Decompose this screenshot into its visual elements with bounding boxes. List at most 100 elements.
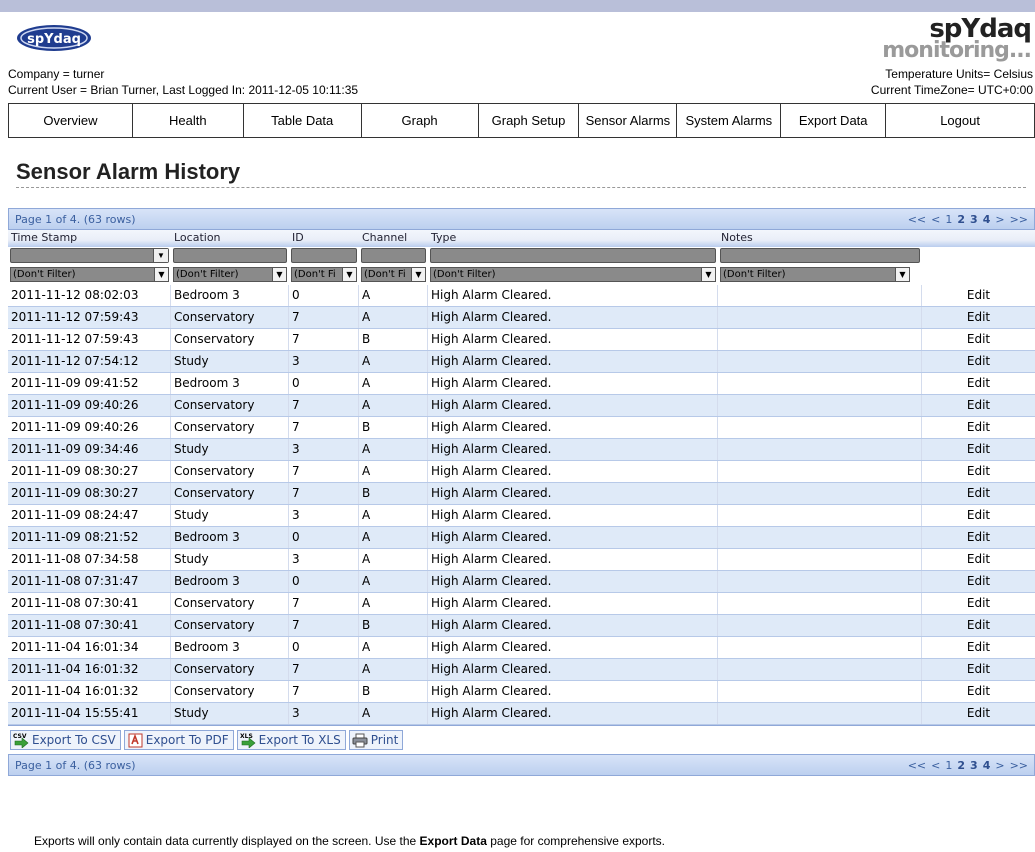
page-info: Page 1 of 4. (63 rows) <box>15 212 136 226</box>
nav-export-data[interactable]: Export Data <box>781 104 887 137</box>
pager-first[interactable]: << <box>908 759 926 772</box>
nav-health[interactable]: Health <box>133 104 244 137</box>
pager-page-3[interactable]: 3 <box>970 759 978 772</box>
svg-text:XLS: XLS <box>240 733 253 740</box>
xls-export-icon: XLS <box>240 732 257 748</box>
table-cell <box>718 285 922 306</box>
table-cell: 2011-11-09 08:30:27 <box>8 483 171 504</box>
edit-link[interactable]: Edit <box>922 703 1035 724</box>
text-filter-input[interactable] <box>291 248 357 263</box>
pager-page-1[interactable]: 1 <box>945 213 952 226</box>
edit-link[interactable]: Edit <box>922 681 1035 702</box>
edit-link[interactable]: Edit <box>922 593 1035 614</box>
nav-graph[interactable]: Graph <box>362 104 479 137</box>
print-button[interactable]: Print <box>348 730 404 750</box>
pager-last[interactable]: >> <box>1010 213 1028 226</box>
table-cell: High Alarm Cleared. <box>428 637 718 658</box>
pager-prev[interactable]: < <box>931 759 940 772</box>
edit-link[interactable]: Edit <box>922 549 1035 570</box>
chevron-down-icon[interactable]: ▼ <box>411 268 425 281</box>
pager-page-2[interactable]: 2 <box>957 759 965 772</box>
column-header[interactable]: Time Stamp <box>8 230 171 244</box>
table-cell <box>718 483 922 504</box>
pager-prev[interactable]: < <box>931 213 940 226</box>
export-to-xls-button[interactable]: XLS Export To XLS <box>236 730 346 750</box>
pager-page-4[interactable]: 4 <box>983 759 991 772</box>
chevron-down-icon[interactable]: ▼ <box>272 268 286 281</box>
edit-link[interactable]: Edit <box>922 351 1035 372</box>
table-cell: 2011-11-09 08:21:52 <box>8 527 171 548</box>
edit-link[interactable]: Edit <box>922 417 1035 438</box>
edit-link[interactable]: Edit <box>922 461 1035 482</box>
edit-link[interactable]: Edit <box>922 373 1035 394</box>
table-cell: 3 <box>289 439 359 460</box>
pager-first[interactable]: << <box>908 213 926 226</box>
edit-link[interactable]: Edit <box>922 527 1035 548</box>
column-header[interactable]: ID <box>289 230 359 244</box>
table-cell <box>718 593 922 614</box>
pager-page-2[interactable]: 2 <box>957 213 965 226</box>
date-filter-input[interactable]: ▼ <box>10 248 169 263</box>
export-to-csv-button[interactable]: CSV Export To CSV <box>10 730 121 750</box>
table-cell: Conservatory <box>171 395 289 416</box>
chevron-down-icon[interactable]: ▼ <box>342 268 356 281</box>
edit-link[interactable]: Edit <box>922 285 1035 306</box>
export-toolbar: CSV Export To CSV Export To PDF XLS Export T… <box>8 725 1035 754</box>
pager-page-3[interactable]: 3 <box>970 213 978 226</box>
nav-system-alarms[interactable]: System Alarms <box>677 104 782 137</box>
chevron-down-icon[interactable]: ▼ <box>153 249 168 262</box>
edit-link[interactable]: Edit <box>922 659 1035 680</box>
table-cell: Study <box>171 703 289 724</box>
pager-page-4[interactable]: 4 <box>983 213 991 226</box>
edit-link[interactable]: Edit <box>922 329 1035 350</box>
column-header[interactable]: Notes <box>718 230 922 244</box>
filter-select[interactable]: (Don't Filter) ▼ <box>720 267 910 282</box>
nav-sensor-alarms[interactable]: Sensor Alarms <box>579 104 678 137</box>
nav-graph-setup[interactable]: Graph Setup <box>479 104 580 137</box>
edit-link[interactable]: Edit <box>922 571 1035 592</box>
filter-select[interactable]: (Don't Fi ▼ <box>361 267 426 282</box>
filter-select[interactable]: (Don't Fi ▼ <box>291 267 357 282</box>
table-cell: 0 <box>289 637 359 658</box>
pager-next[interactable]: > <box>995 759 1004 772</box>
pager: << <1 2 3 4 > >> <box>903 213 1028 226</box>
table-cell: 2011-11-09 09:40:26 <box>8 417 171 438</box>
export-to-pdf-button[interactable]: Export To PDF <box>123 730 234 750</box>
pager-next[interactable]: > <box>995 213 1004 226</box>
edit-link[interactable]: Edit <box>922 637 1035 658</box>
table-cell <box>718 307 922 328</box>
edit-link[interactable]: Edit <box>922 615 1035 636</box>
chevron-down-icon[interactable]: ▼ <box>154 268 168 281</box>
nav-table-data[interactable]: Table Data <box>244 104 362 137</box>
column-header[interactable]: Channel <box>359 230 428 244</box>
filter-select[interactable]: (Don't Filter) ▼ <box>430 267 716 282</box>
chevron-down-icon[interactable]: ▼ <box>701 268 715 281</box>
table-body: 2011-11-12 08:02:03 Bedroom 3 0 A High Alarm… <box>8 285 1035 725</box>
edit-link[interactable]: Edit <box>922 483 1035 504</box>
text-filter-input[interactable] <box>361 248 426 263</box>
pager-last[interactable]: >> <box>1010 759 1028 772</box>
table-cell: 2011-11-08 07:30:41 <box>8 615 171 636</box>
text-filter-input[interactable] <box>173 248 287 263</box>
edit-link[interactable]: Edit <box>922 505 1035 526</box>
table-cell: 0 <box>289 571 359 592</box>
text-filter-input[interactable] <box>430 248 716 263</box>
edit-link[interactable]: Edit <box>922 439 1035 460</box>
edit-link[interactable]: Edit <box>922 395 1035 416</box>
table-cell: Conservatory <box>171 659 289 680</box>
table-cell: 2011-11-08 07:34:58 <box>8 549 171 570</box>
table-cell: 2011-11-12 07:54:12 <box>8 351 171 372</box>
column-header[interactable]: Location <box>171 230 289 244</box>
edit-link[interactable]: Edit <box>922 307 1035 328</box>
filter-select[interactable]: (Don't Filter) ▼ <box>173 267 287 282</box>
text-filter-input[interactable] <box>720 248 920 263</box>
pager-page-1[interactable]: 1 <box>945 759 952 772</box>
column-header[interactable]: Type <box>428 230 718 244</box>
table-cell: 0 <box>289 527 359 548</box>
nav-overview[interactable]: Overview <box>9 104 133 137</box>
filter-cell <box>428 247 718 266</box>
nav-logout[interactable]: Logout <box>886 104 1035 137</box>
filter-select[interactable]: (Don't Filter) ▼ <box>10 267 169 282</box>
chevron-down-icon[interactable]: ▼ <box>895 268 909 281</box>
table-cell: 2011-11-12 08:02:03 <box>8 285 171 306</box>
